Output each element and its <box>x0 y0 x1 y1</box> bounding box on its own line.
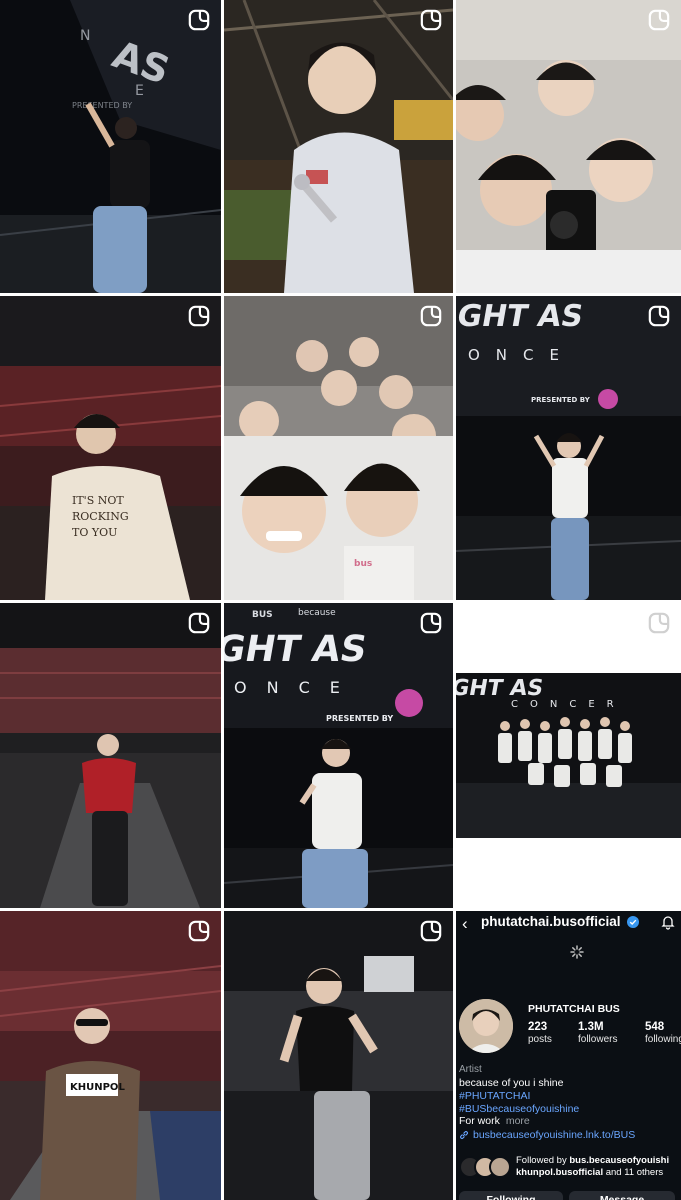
svg-text:PRESENTED BY: PRESENTED BY <box>72 101 132 110</box>
stat-label: posts <box>528 1034 552 1045</box>
verified-badge-icon <box>627 916 639 928</box>
svg-text:GHT AS: GHT AS <box>224 627 370 670</box>
display-name: PHUTATCHAI BUS <box>528 1003 620 1015</box>
stat-value: 548 <box>645 1021 665 1033</box>
back-arrow-icon[interactable]: ‹ <box>462 914 468 934</box>
reels-icon <box>420 305 442 327</box>
svg-text:IGHT AS: IGHT AS <box>456 675 545 701</box>
reels-icon <box>188 9 210 31</box>
profile-category: Artist <box>459 1064 482 1075</box>
svg-text:ONCE: ONCE <box>234 678 360 697</box>
post-tile[interactable]: bus <box>224 296 453 600</box>
post-grid: AS N E PRESENTED BY IT'S NOT ROCKING TO … <box>0 0 681 1200</box>
profile-header-screenshot[interactable]: ‹ phutatchai.busofficial PHUTATCHAI BUS … <box>456 911 681 1200</box>
followed-by-user: bus.becauseofyouishi <box>569 1155 670 1166</box>
svg-text:bus: bus <box>354 559 372 569</box>
bio-work-line: For work more <box>459 1115 530 1127</box>
followed-by-user: khunpol.busofficial <box>516 1167 604 1178</box>
reels-icon <box>188 612 210 634</box>
post-tile[interactable] <box>456 0 681 293</box>
reels-icon <box>648 612 670 634</box>
post-tile[interactable] <box>224 911 453 1200</box>
followed-by-suffix: and 11 others <box>605 1167 664 1178</box>
reels-icon <box>420 920 442 942</box>
svg-text:because: because <box>298 608 336 618</box>
svg-text:GHT AS: GHT AS <box>456 299 586 334</box>
following-button[interactable]: Following <box>459 1191 563 1200</box>
reels-icon <box>648 9 670 31</box>
svg-text:N: N <box>80 28 90 44</box>
post-image: AS N E PRESENTED BY <box>0 0 221 293</box>
post-tile[interactable]: GHT AS ONCE PRESENTED BY <box>456 296 681 600</box>
svg-text:IT'S NOT: IT'S NOT <box>72 494 124 507</box>
post-tile[interactable]: IGHT AS CONCER <box>456 603 681 908</box>
svg-text:BUS: BUS <box>252 610 273 620</box>
more-link[interactable]: more <box>506 1115 530 1127</box>
bio-text: because of you i shine <box>459 1077 564 1089</box>
followed-by-text[interactable]: Followed by bus.becauseofyouishi khunpol… <box>516 1155 669 1179</box>
stat-posts[interactable]: 223 posts <box>528 1021 552 1045</box>
hashtag-link[interactable]: #PHUTATCHAI <box>459 1090 530 1102</box>
post-image: BUS because GHT AS ONCE PRESENTED BY <box>224 603 453 908</box>
reels-icon <box>188 920 210 942</box>
stat-value: 223 <box>528 1021 548 1033</box>
svg-text:PRESENTED BY: PRESENTED BY <box>531 396 591 404</box>
svg-text:TO YOU: TO YOU <box>72 526 117 539</box>
notification-bell-icon[interactable] <box>660 914 676 930</box>
reels-icon <box>420 9 442 31</box>
stat-label: following <box>645 1034 681 1045</box>
post-image <box>0 603 221 908</box>
avatar[interactable] <box>459 999 513 1053</box>
post-image <box>224 0 453 293</box>
svg-text:KHUNPOL: KHUNPOL <box>70 1082 125 1093</box>
svg-text:E: E <box>135 83 144 99</box>
stat-value: 1.3M <box>578 1021 604 1033</box>
post-image: GHT AS ONCE PRESENTED BY <box>456 296 681 600</box>
post-tile[interactable]: KHUNPOL <box>0 911 221 1200</box>
post-image: IGHT AS CONCER <box>456 603 681 908</box>
post-image: bus <box>224 296 453 600</box>
post-tile[interactable]: IT'S NOT ROCKING TO YOU <box>0 296 221 600</box>
loading-spinner-icon <box>570 945 584 959</box>
svg-text:ONCE: ONCE <box>468 346 575 364</box>
message-button[interactable]: Message <box>569 1191 675 1200</box>
post-image <box>224 911 453 1200</box>
reels-icon <box>188 305 210 327</box>
post-image <box>456 0 681 293</box>
followed-by-avatars <box>459 1156 511 1178</box>
profile-handle: phutatchai.busofficial <box>481 914 621 929</box>
post-tile[interactable] <box>0 603 221 908</box>
stat-label: followers <box>578 1034 618 1045</box>
stat-following[interactable]: 548 following <box>645 1021 681 1045</box>
profile-link[interactable]: busbecauseofyouishine.lnk.to/BUS <box>473 1129 635 1141</box>
followed-by-prefix: Followed by <box>516 1155 567 1166</box>
hashtag-link[interactable]: #BUSbecauseofyouishine <box>459 1103 579 1115</box>
work-text: For work <box>459 1115 500 1127</box>
reels-icon <box>648 305 670 327</box>
stat-followers[interactable]: 1.3M followers <box>578 1021 617 1045</box>
reels-icon <box>420 612 442 634</box>
link-icon <box>460 1131 468 1139</box>
post-tile[interactable]: BUS because GHT AS ONCE PRESENTED BY <box>224 603 453 908</box>
post-image: IT'S NOT ROCKING TO YOU <box>0 296 221 600</box>
svg-text:ROCKING: ROCKING <box>72 510 129 523</box>
svg-text:PRESENTED BY: PRESENTED BY <box>326 714 393 723</box>
post-tile[interactable] <box>224 0 453 293</box>
svg-text:CONCER: CONCER <box>511 699 626 710</box>
post-tile[interactable]: AS N E PRESENTED BY <box>0 0 221 293</box>
post-image: KHUNPOL <box>0 911 221 1200</box>
